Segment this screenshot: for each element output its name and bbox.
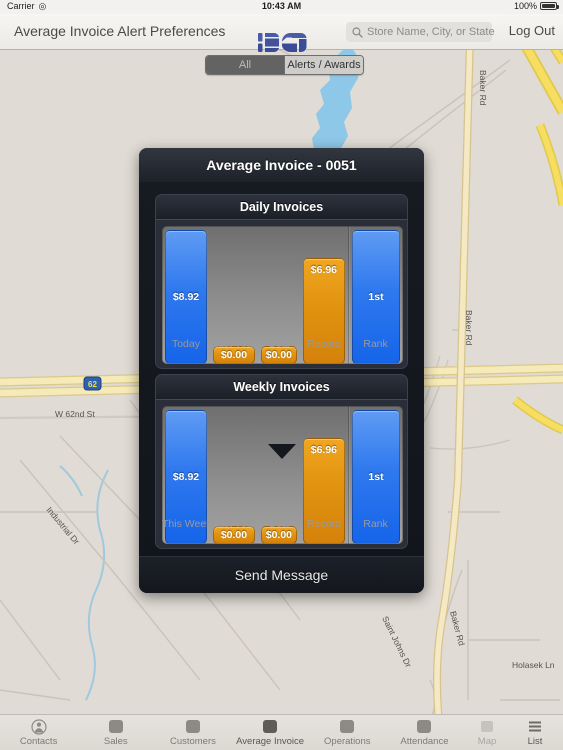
view-toggle-group: Map List	[463, 719, 563, 747]
tab-label-contacts: Contacts	[19, 735, 58, 747]
tab-attendance[interactable]: Attendance	[386, 715, 463, 750]
tab-label-average-invoice: Average Invoice	[236, 735, 305, 747]
tab-contacts[interactable]: Contacts	[0, 715, 77, 750]
axis-label-rank-weekly: Rank	[363, 518, 388, 530]
bar-value-record: $6.96	[310, 263, 338, 276]
tab-label-operations: Operations	[324, 735, 371, 747]
tab-label-attendance: Attendance	[400, 735, 449, 747]
tab-label-sales: Sales	[103, 735, 128, 747]
axis-label-record-weekly: Record	[306, 518, 341, 530]
popover-arrow	[267, 444, 296, 459]
axis-label-goal-weekly: Goal	[267, 518, 290, 530]
axis-label-record: Record	[306, 338, 341, 350]
popover-title: Average Invoice - 0051	[139, 148, 424, 182]
customers-icon	[185, 719, 200, 733]
tab-average-invoice[interactable]: Average Invoice	[232, 715, 309, 750]
tab-bar: Contacts Sales Customers Average Invoice…	[0, 714, 563, 750]
tab-operations[interactable]: Operations	[309, 715, 386, 750]
average-invoice-popover: Average Invoice - 0051 Daily Invoices $8…	[139, 148, 424, 593]
battery-full-icon	[540, 2, 559, 10]
logout-button[interactable]: Log Out	[509, 23, 555, 38]
axis-label-today: Today	[171, 338, 200, 350]
chart-card-daily-invoices: Daily Invoices $8.92 $0.00 $0.00 $6.96 1…	[155, 194, 408, 369]
average-invoice-icon	[263, 719, 278, 733]
toggle-label-map: Map	[477, 735, 497, 747]
axis-label-goal: Goal	[267, 338, 290, 350]
bar-value-this-week: $8.92	[172, 471, 200, 484]
status-bar: Carrier ◎ 10:43 AM 100%	[0, 0, 563, 14]
sales-icon	[108, 719, 123, 733]
map-label-baker-mid: Baker Rd	[464, 310, 474, 346]
segment-all[interactable]: All	[206, 56, 285, 74]
chart-card-weekly-invoices: Weekly Invoices $8.92 $0.00 $0.00 $6.96 …	[155, 374, 408, 549]
tab-sales[interactable]: Sales	[77, 715, 154, 750]
chart-title-weekly: Weekly Invoices	[156, 375, 407, 400]
toggle-list-view[interactable]: List	[511, 719, 559, 747]
chart-axis-labels-weekly: This Week Last Year Goal Record Rank	[162, 516, 403, 532]
send-message-button[interactable]: Send Message	[139, 556, 424, 593]
axis-label-last-year: Last Year	[212, 338, 256, 350]
bar-value-rank: 1st	[368, 291, 384, 304]
chart-title-daily: Daily Invoices	[156, 195, 407, 220]
page-title: Average Invoice Alert Preferences	[14, 23, 226, 39]
map-label-holasek: Holasek Ln	[512, 660, 555, 670]
toggle-map-view[interactable]: Map	[463, 719, 511, 747]
svg-text:62: 62	[88, 380, 97, 389]
map-label-baker-top: Baker Rd	[478, 70, 488, 106]
person-icon	[30, 718, 47, 735]
bar-value-today: $8.92	[172, 291, 200, 304]
toggle-label-list: List	[527, 735, 543, 747]
operations-icon	[340, 719, 355, 733]
axis-label-this-week: This Week	[162, 518, 210, 530]
bar-value-record-weekly: $6.96	[310, 443, 338, 456]
nav-bar: Average Invoice Alert Preferences Store …	[0, 14, 563, 53]
tab-customers[interactable]: Customers	[154, 715, 231, 750]
segment-alerts-awards[interactable]: Alerts / Awards	[285, 56, 363, 74]
highway-shield-62: 62	[83, 376, 102, 391]
chart-axis-labels-daily: Today Last Year Goal Record Rank	[162, 336, 403, 352]
attendance-icon	[417, 719, 432, 733]
search-placeholder: Store Name, City, or State	[367, 26, 495, 38]
ics-logo	[258, 32, 307, 53]
map-icon	[481, 720, 494, 732]
search-icon	[352, 26, 363, 38]
map-label-w62nd: W 62nd St	[55, 409, 95, 419]
axis-label-rank: Rank	[363, 338, 388, 350]
status-bar-time: 10:43 AM	[261, 1, 302, 11]
bar-value-rank-weekly: 1st	[368, 471, 384, 484]
status-bar-right: 100%	[513, 1, 559, 11]
battery-percent-label: 100%	[513, 1, 537, 11]
tab-label-customers: Customers	[169, 735, 216, 747]
list-icon	[529, 721, 542, 731]
search-input[interactable]: Store Name, City, or State	[346, 22, 495, 42]
segmented-control[interactable]: All Alerts / Awards	[205, 55, 364, 75]
axis-label-last-year-weekly: Last Year	[212, 518, 256, 530]
